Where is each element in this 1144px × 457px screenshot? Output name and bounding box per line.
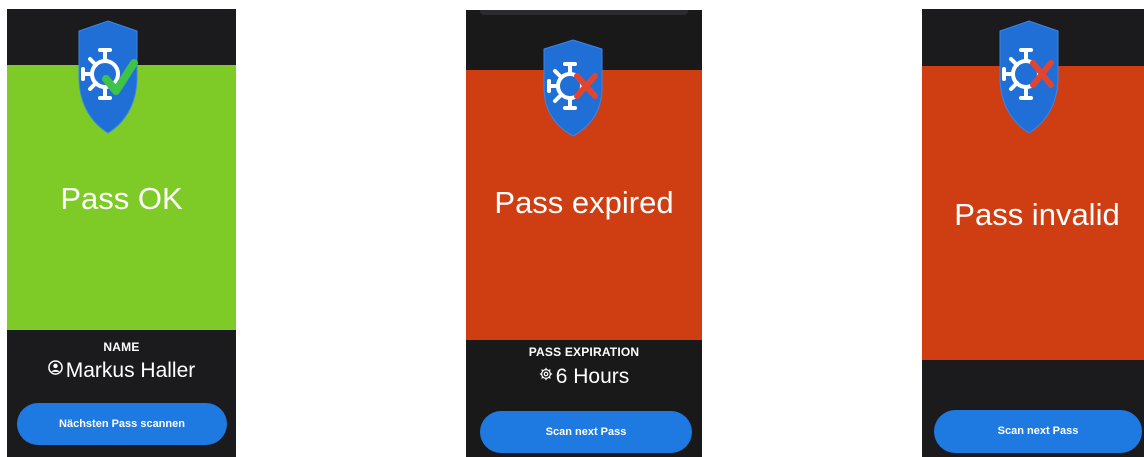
shield-x-icon bbox=[541, 38, 605, 138]
gear-icon bbox=[539, 367, 553, 381]
expiration-value-text: 6 Hours bbox=[555, 365, 630, 388]
holder-name-text: Markus Haller bbox=[65, 359, 196, 382]
holder-name: Markus Haller bbox=[7, 359, 236, 383]
person-circle-icon bbox=[47, 360, 63, 375]
scan-next-pass-button[interactable]: Scan next Pass bbox=[934, 410, 1142, 453]
scan-next-pass-button[interactable]: Nächsten Pass scannen bbox=[17, 403, 227, 445]
phone-screen-pass-expired: Pass expired PASS EXPIRATION 6 Hours Sca… bbox=[466, 10, 702, 457]
status-title: Pass expired bbox=[494, 185, 674, 220]
scan-next-pass-button[interactable]: Scan next Pass bbox=[480, 411, 692, 453]
shield-x-icon bbox=[997, 19, 1061, 135]
pass-expiration-label: PASS EXPIRATION bbox=[528, 345, 640, 359]
status-title: Pass invalid bbox=[954, 197, 1120, 232]
expiration-value: 6 Hours bbox=[466, 365, 702, 389]
name-label: NAME bbox=[103, 340, 140, 354]
shield-check-icon bbox=[76, 19, 140, 135]
status-title: Pass OK bbox=[60, 181, 183, 216]
phone-screen-pass-invalid: Pass invalid Scan next Pass bbox=[922, 9, 1144, 457]
top-bezel bbox=[480, 10, 688, 15]
phone-screen-pass-ok: Pass OK NAME Markus Haller Nächsten Pass… bbox=[7, 9, 236, 457]
